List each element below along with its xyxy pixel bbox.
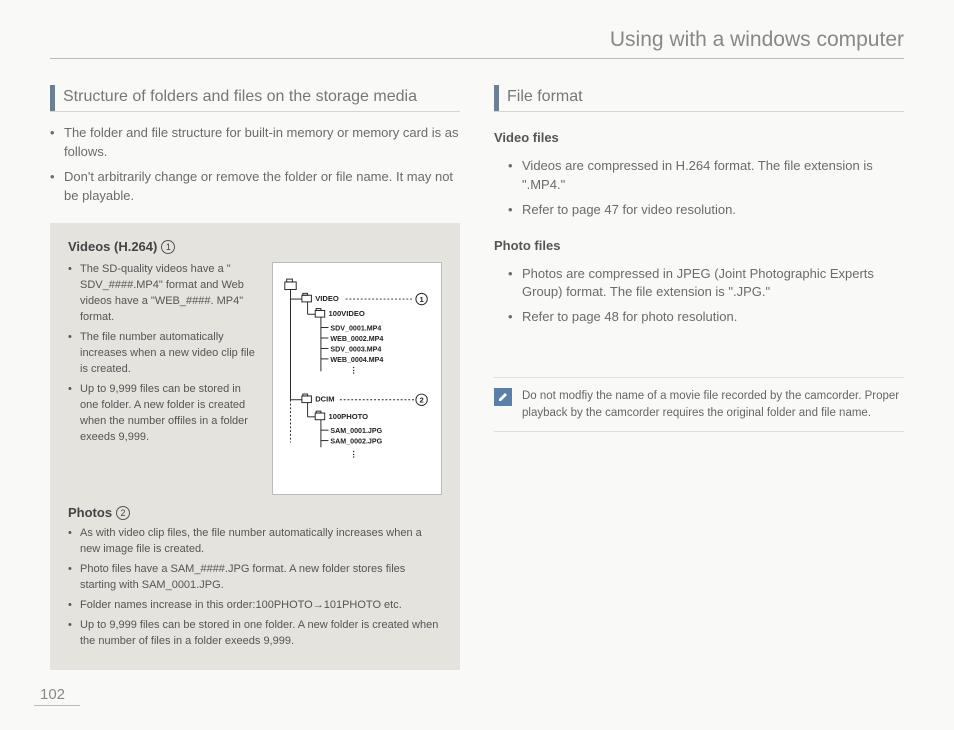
svg-text:⋮: ⋮: [349, 366, 358, 376]
left-section-title: Structure of folders and files on the st…: [63, 85, 417, 111]
folder-tree-diagram: VIDEO 1 100VIDEO SDV: [272, 262, 442, 495]
list-item: Refer to page 47 for video resolution.: [508, 201, 904, 220]
list-item: The SD-quality videos have a " SDV_####.…: [68, 262, 260, 326]
tree-file: SDV_0003.MP4: [330, 346, 381, 354]
list-item: As with video clip files, the file numbe…: [68, 526, 442, 558]
pencil-note-icon: [494, 388, 512, 406]
header-accent-bar: [50, 85, 55, 111]
right-section-title: File format: [507, 85, 583, 111]
circled-one-icon: 1: [161, 240, 175, 254]
list-item: Photos are compressed in JPEG (Joint Pho…: [508, 265, 904, 303]
note-block: Do not modfiy the name of a movie file r…: [494, 377, 904, 432]
videos-heading: Videos (H.264) 1: [68, 239, 442, 254]
tree-file: WEB_0004.MP4: [330, 356, 383, 364]
list-item: The folder and file structure for built-…: [50, 124, 460, 162]
left-section-header: Structure of folders and files on the st…: [50, 85, 460, 112]
page-number: 102: [40, 686, 80, 706]
photo-files-heading: Photo files: [494, 238, 904, 253]
videos-bullets: The SD-quality videos have a " SDV_####.…: [68, 262, 260, 495]
header-accent-bar: [494, 85, 499, 111]
note-text: Do not modfiy the name of a movie file r…: [522, 388, 904, 421]
photos-heading-text: Photos: [68, 505, 112, 520]
tree-file: WEB_0002.MP4: [330, 335, 383, 343]
tree-file: SAM_0001.JPG: [330, 427, 382, 435]
content-columns: Structure of folders and files on the st…: [50, 85, 904, 670]
photos-bullets: As with video clip files, the file numbe…: [68, 526, 442, 650]
list-item: Videos are compressed in H.264 format. T…: [508, 157, 904, 195]
photos-heading: Photos 2: [68, 505, 442, 520]
svg-text:⋮: ⋮: [349, 449, 358, 459]
videos-heading-text: Videos (H.264): [68, 239, 157, 254]
left-intro-list: The folder and file structure for built-…: [50, 124, 460, 205]
circled-two-icon: 2: [116, 506, 130, 520]
tree-file: SAM_0002.JPG: [330, 438, 382, 446]
list-item: Up to 9,999 files can be stored in one f…: [68, 618, 442, 650]
tree-video-label: VIDEO: [315, 294, 339, 303]
tree-file: SDV_0001.MP4: [330, 325, 381, 333]
tree-marker-1: 1: [419, 295, 424, 304]
list-item: Up to 9,999 files can be stored in one f…: [68, 382, 260, 446]
list-item: Don't arbitrarily change or remove the f…: [50, 168, 460, 206]
page-title: Using with a windows computer: [50, 28, 904, 59]
left-column: Structure of folders and files on the st…: [50, 85, 460, 670]
photo-files-list: Photos are compressed in JPEG (Joint Pho…: [494, 265, 904, 328]
list-item: The file number automatically increases …: [68, 330, 260, 378]
list-item: Refer to page 48 for photo resolution.: [508, 308, 904, 327]
tree-marker-2: 2: [419, 396, 423, 405]
tree-100video: 100VIDEO: [329, 310, 365, 319]
video-files-heading: Video files: [494, 130, 904, 145]
video-files-list: Videos are compressed in H.264 format. T…: [494, 157, 904, 220]
tree-dcim: DCIM: [315, 395, 334, 404]
gray-info-box: Videos (H.264) 1 The SD-quality videos h…: [50, 223, 460, 669]
list-item: Folder names increase in this order:100P…: [68, 598, 442, 614]
tree-100photo: 100PHOTO: [329, 412, 369, 421]
right-section-header: File format: [494, 85, 904, 112]
right-column: File format Video files Videos are compr…: [494, 85, 904, 670]
list-item: Photo files have a SAM_####.JPG format. …: [68, 562, 442, 594]
